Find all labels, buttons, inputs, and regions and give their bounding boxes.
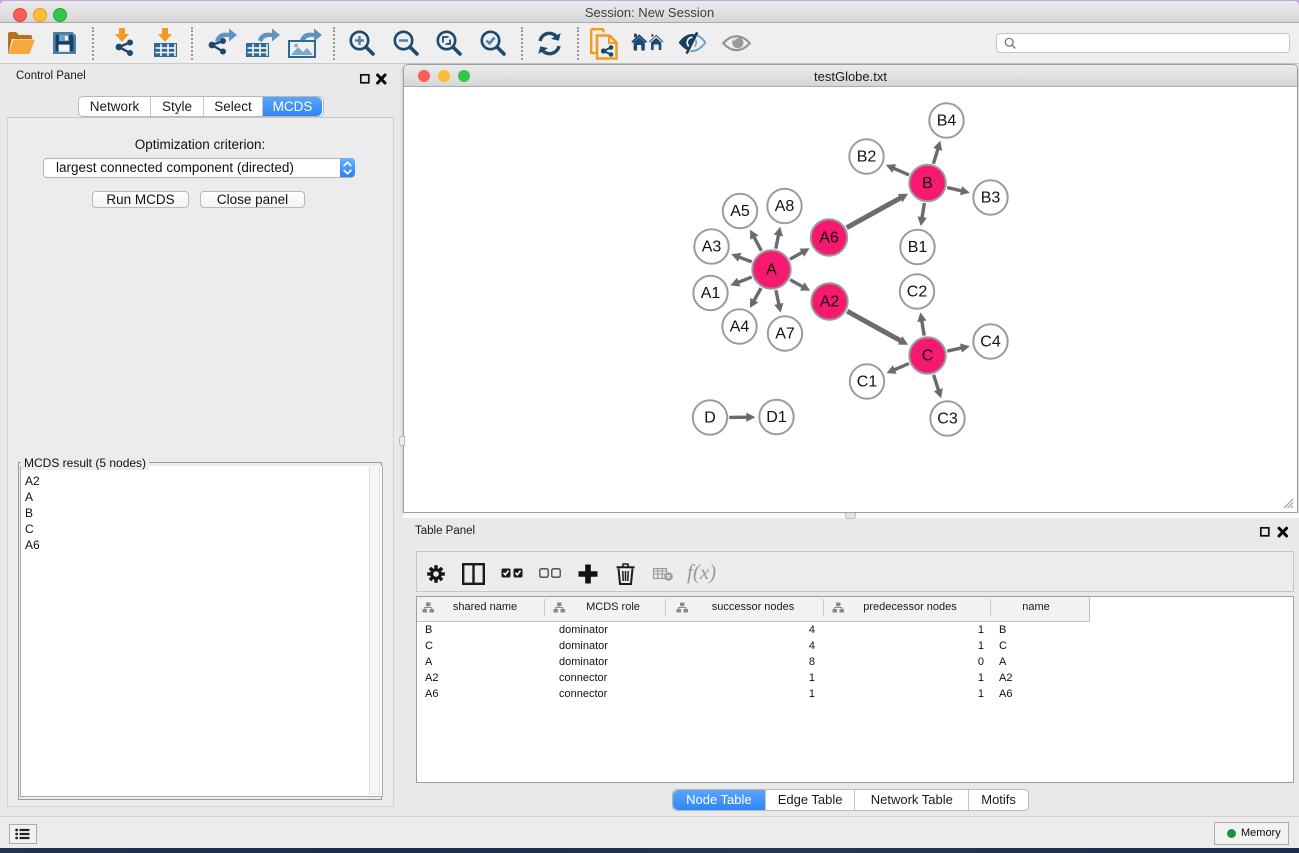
svg-text:D: D [704, 410, 716, 427]
svg-text:A8: A8 [775, 198, 795, 215]
svg-text:A3: A3 [702, 239, 722, 256]
svg-text:A1: A1 [701, 285, 721, 302]
svg-text:A5: A5 [730, 203, 750, 220]
svg-text:B1: B1 [908, 239, 928, 256]
svg-text:B4: B4 [937, 113, 957, 130]
svg-text:C4: C4 [980, 334, 1001, 351]
svg-text:C3: C3 [937, 411, 958, 428]
svg-text:B: B [922, 175, 933, 192]
svg-text:C1: C1 [857, 374, 878, 391]
svg-text:A4: A4 [730, 319, 750, 336]
svg-text:B2: B2 [857, 149, 877, 166]
svg-text:A6: A6 [819, 230, 839, 247]
svg-text:D1: D1 [766, 409, 787, 426]
svg-text:A7: A7 [775, 326, 795, 343]
svg-text:A: A [766, 262, 777, 279]
svg-text:C: C [922, 348, 934, 365]
svg-text:B3: B3 [981, 190, 1001, 207]
svg-text:C2: C2 [907, 284, 928, 301]
svg-text:A2: A2 [820, 294, 840, 311]
